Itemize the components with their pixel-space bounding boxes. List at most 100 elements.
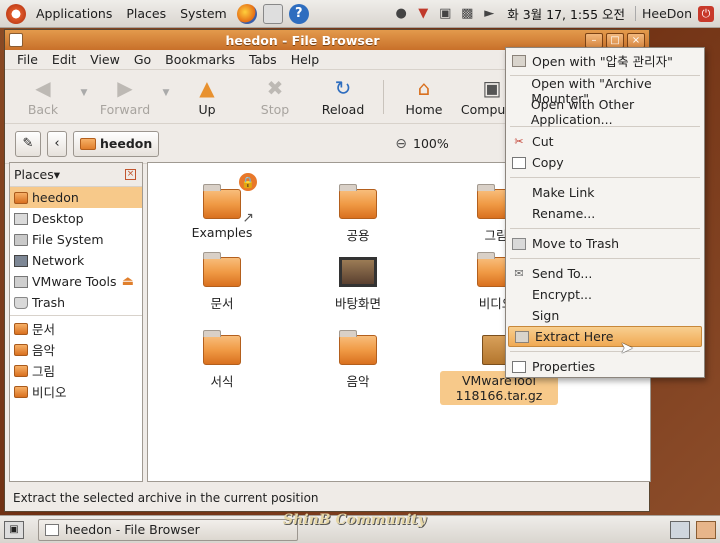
context-menu: Open with "압축 관리자" Open with "Archive Mo…	[505, 47, 705, 378]
close-button[interactable]: ×	[627, 32, 645, 48]
sidebar-separator	[10, 315, 142, 316]
stop-button[interactable]: ✖ Stop	[241, 77, 309, 117]
zoom-level[interactable]: 100%	[413, 136, 449, 151]
network-icon	[14, 254, 28, 267]
file-item[interactable]: 음악	[312, 330, 404, 390]
home-folder-icon	[80, 137, 96, 150]
firefox-launcher-icon[interactable]	[236, 3, 257, 24]
menu-cut[interactable]: ✂ Cut	[506, 131, 704, 152]
menu-go[interactable]: Go	[128, 52, 157, 67]
menu-encrypt[interactable]: Encrypt...	[506, 284, 704, 305]
eject-icon[interactable]: ⏏	[122, 274, 134, 289]
file-item[interactable]: 문서	[176, 252, 268, 312]
drive-icon	[14, 233, 28, 246]
home-icon: ⌂	[417, 75, 431, 100]
trash-applet-icon[interactable]	[696, 520, 716, 539]
sidebar-bookmark-videos[interactable]: 비디오	[10, 381, 142, 402]
menu-move-to-trash[interactable]: Move to Trash	[506, 233, 704, 254]
menu-separator	[510, 228, 700, 229]
menu-make-link[interactable]: Make Link	[506, 182, 704, 203]
sidebar-item-trash[interactable]: Trash	[10, 292, 142, 313]
sidebar-type-selector[interactable]: Places	[14, 167, 54, 182]
forward-history-dropdown[interactable]: ▼	[159, 88, 173, 98]
clock[interactable]: 화 3월 17, 1:55 오전	[503, 4, 629, 23]
network-monitor-icon[interactable]: ▣	[437, 6, 453, 22]
workspace-switcher[interactable]	[670, 520, 690, 539]
menu-bookmarks[interactable]: Bookmarks	[159, 52, 241, 67]
applications-menu[interactable]: Applications	[32, 6, 116, 21]
up-arrow-icon: ▲	[199, 75, 215, 100]
minimize-button[interactable]: –	[585, 32, 603, 48]
reload-button[interactable]: ↻ Reload	[309, 77, 377, 117]
places-sidebar: Places ▾ × heedon Desktop File System Ne…	[9, 162, 143, 482]
sidebar-item-vmware-tools[interactable]: VMware Tools ⏏	[10, 271, 142, 292]
menu-open-with-archive-manager[interactable]: Open with "압축 관리자"	[506, 50, 704, 71]
menu-edit[interactable]: Edit	[46, 52, 82, 67]
menu-send-to[interactable]: ✉ Send To...	[506, 263, 704, 284]
window-title: heedon - File Browser	[225, 32, 380, 48]
folder-icon	[339, 330, 377, 365]
cdrom-icon	[14, 275, 28, 288]
sidebar-bookmark-pictures[interactable]: 그림	[10, 360, 142, 381]
menu-tabs[interactable]: Tabs	[243, 52, 283, 67]
close-sidebar-icon[interactable]: ×	[125, 169, 136, 180]
menu-help[interactable]: Help	[285, 52, 326, 67]
symlink-arrow-icon: ↗	[242, 210, 254, 226]
chevron-down-icon[interactable]: ▾	[54, 167, 60, 182]
menu-properties[interactable]: Properties	[506, 356, 704, 377]
menu-rename[interactable]: Rename...	[506, 203, 704, 224]
back-button[interactable]: ◀ Back	[9, 77, 77, 117]
mail-launcher-icon[interactable]	[262, 3, 283, 24]
sidebar-item-heedon[interactable]: heedon	[10, 187, 142, 208]
power-icon[interactable]: ⏻	[698, 5, 714, 22]
sidebar-bookmark-documents[interactable]: 문서	[10, 318, 142, 339]
home-folder-icon	[14, 191, 28, 204]
desktop-icon	[14, 212, 28, 225]
menu-separator	[510, 351, 700, 352]
taskbar-item-file-browser[interactable]: heedon - File Browser	[38, 518, 298, 541]
scissors-icon: ✂	[514, 134, 524, 148]
menu-file[interactable]: File	[11, 52, 44, 67]
user-switcher[interactable]: HeeDon	[635, 6, 692, 21]
maximize-button[interactable]: □	[606, 32, 624, 48]
ubuntu-logo-icon[interactable]	[6, 3, 26, 24]
printer-icon[interactable]: ▩	[459, 6, 475, 22]
menu-sign[interactable]: Sign	[506, 305, 704, 326]
file-item[interactable]: 바탕화면	[312, 257, 404, 312]
file-item[interactable]: 공용	[312, 184, 404, 244]
file-item[interactable]: 서식	[176, 330, 268, 390]
folder-icon	[14, 343, 28, 356]
desktop-folder-icon	[339, 257, 377, 287]
send-icon: ✉	[514, 266, 524, 280]
file-item[interactable]: 🔒 ↗ Examples	[176, 172, 268, 240]
top-panel: Applications Places System ? ● ▼ ▣ ▩ ► 화…	[0, 0, 720, 28]
sidebar-item-desktop[interactable]: Desktop	[10, 208, 142, 229]
volume-icon[interactable]: ►	[481, 6, 497, 22]
forward-arrow-icon: ▶	[117, 75, 133, 100]
back-history-dropdown[interactable]: ▼	[77, 88, 91, 98]
trash-icon	[512, 237, 526, 250]
forward-button[interactable]: ▶ Forward	[91, 77, 159, 117]
zoom-out-icon[interactable]: ⊖	[395, 136, 407, 152]
properties-icon	[512, 360, 526, 373]
menu-copy[interactable]: Copy	[506, 152, 704, 173]
sidebar-item-file-system[interactable]: File System	[10, 229, 142, 250]
lightbulb-icon[interactable]: ●	[393, 6, 409, 22]
help-launcher-icon[interactable]: ?	[288, 3, 309, 24]
system-menu[interactable]: System	[176, 6, 231, 21]
breadcrumb-heedon[interactable]: heedon	[73, 130, 160, 157]
menu-open-with-other-application[interactable]: Open with Other Application...	[506, 97, 704, 127]
folder-icon	[14, 364, 28, 377]
window-menu-icon[interactable]	[9, 33, 23, 47]
menu-view[interactable]: View	[84, 52, 126, 67]
breadcrumb-left-button[interactable]: ‹	[47, 130, 67, 157]
show-desktop-button[interactable]: ▣	[4, 520, 24, 539]
sidebar-bookmark-music[interactable]: 음악	[10, 339, 142, 360]
places-menu[interactable]: Places	[122, 6, 170, 21]
sidebar-item-network[interactable]: Network	[10, 250, 142, 271]
toggle-location-entry-button[interactable]: ✎	[15, 130, 41, 157]
update-notifier-icon[interactable]: ▼	[415, 6, 431, 22]
menu-extract-here[interactable]: Extract Here	[508, 326, 702, 347]
home-button[interactable]: ⌂ Home	[390, 77, 458, 117]
up-button[interactable]: ▲ Up	[173, 77, 241, 117]
